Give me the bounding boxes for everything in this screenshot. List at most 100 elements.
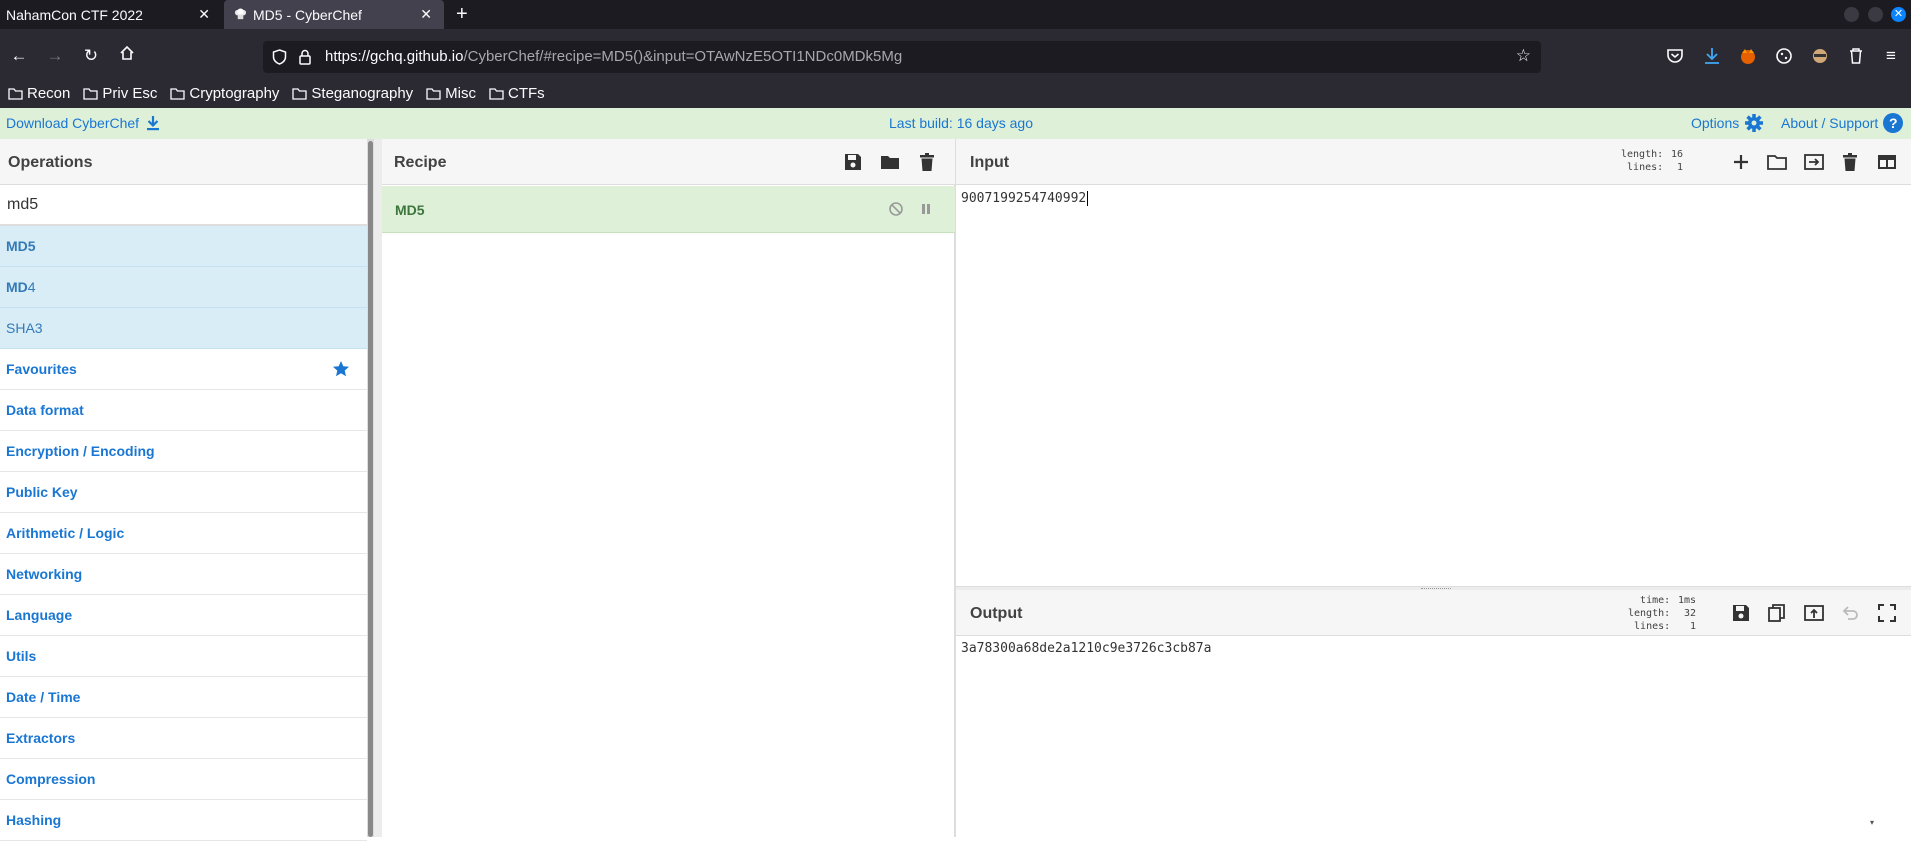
output-header: Output time: length: lines: 1ms 32 1 — [956, 590, 1911, 636]
operation-result[interactable]: MD4 — [0, 267, 367, 308]
lock-icon[interactable] — [298, 49, 312, 65]
add-tab-icon[interactable] — [1730, 151, 1752, 173]
tab-title: NahamCon CTF 2022 — [6, 6, 143, 23]
category-date-time[interactable]: Date / Time — [0, 677, 367, 718]
category-extractors[interactable]: Extractors — [0, 718, 367, 759]
download-label: Download CyberChef — [6, 115, 140, 131]
category-arithmetic-logic[interactable]: Arithmetic / Logic — [0, 513, 367, 554]
url-host: https://gchq.github.io — [325, 48, 464, 65]
bookmark-star-icon[interactable]: ☆ — [1516, 46, 1531, 66]
options-link[interactable]: Options — [1691, 113, 1764, 133]
about-support-link[interactable]: About / Support ? — [1781, 113, 1904, 133]
output-textarea[interactable]: 3a78300a68de2a1210c9e3726c3cb87a — [961, 641, 1211, 656]
clear-input-icon[interactable] — [1839, 151, 1861, 173]
address-bar[interactable]: https://gchq.github.io/CyberChef/#recipe… — [263, 41, 1541, 73]
bookmark-folder[interactable]: CTFs — [489, 85, 545, 102]
trash-icon[interactable] — [916, 151, 938, 173]
layout-icon[interactable] — [1876, 151, 1898, 173]
operation-rest-text: SHA3 — [6, 320, 43, 336]
bookmark-label: Recon — [27, 84, 71, 102]
maximize-output-icon[interactable] — [1876, 602, 1898, 624]
bookmark-folder[interactable]: Priv Esc — [83, 85, 157, 102]
trash-extension-icon[interactable] — [1845, 45, 1867, 67]
back-icon[interactable]: ← — [8, 45, 30, 67]
recipe-operation-name: MD5 — [395, 202, 425, 218]
operation-result[interactable]: SHA3 — [0, 308, 367, 349]
save-icon[interactable] — [842, 151, 864, 173]
pause-icon[interactable] — [918, 201, 934, 217]
folder-icon — [170, 87, 186, 100]
input-textarea[interactable]: 9007199254740992 — [961, 191, 1089, 206]
open-folder-icon[interactable] — [1803, 151, 1825, 173]
panel-resize-gutter[interactable] — [374, 139, 382, 837]
recipe-operation-md5[interactable]: MD5 — [382, 186, 955, 233]
download-icon[interactable] — [1701, 45, 1723, 67]
bookmark-label: Misc — [445, 84, 476, 102]
replace-input-icon[interactable] — [1803, 602, 1825, 624]
folder-open-icon[interactable] — [879, 151, 901, 173]
category-compression[interactable]: Compression — [0, 759, 367, 800]
category-public-key[interactable]: Public Key — [0, 472, 367, 513]
help-icon: ? — [1883, 113, 1904, 133]
shield-icon[interactable] — [272, 49, 287, 65]
bookmark-folder[interactable]: Recon — [8, 85, 70, 102]
maximize-icon[interactable] — [1868, 7, 1883, 22]
minimize-icon[interactable] — [1844, 7, 1859, 22]
bookmark-folder[interactable]: Misc — [426, 85, 476, 102]
category-favourites[interactable]: Favourites — [0, 349, 367, 390]
open-file-icon[interactable] — [1766, 151, 1788, 173]
disable-icon[interactable] — [888, 201, 904, 217]
operation-result[interactable]: MD5 — [0, 226, 367, 267]
folder-icon — [426, 87, 441, 100]
last-build-text[interactable]: Last build: 16 days ago — [889, 115, 1033, 131]
bookmark-folder[interactable]: Cryptography — [170, 85, 279, 102]
category-encryption-encoding[interactable]: Encryption / Encoding — [0, 431, 367, 472]
folder-icon — [8, 87, 23, 100]
menu-icon[interactable]: ≡ — [1880, 45, 1902, 67]
resize-corner-icon[interactable]: ▾ — [1870, 818, 1874, 827]
scrollbar-thumb[interactable] — [368, 141, 373, 837]
bookmark-folder[interactable]: Steganography — [292, 85, 413, 102]
category-networking[interactable]: Networking — [0, 554, 367, 595]
mask-extension-icon[interactable] — [1809, 45, 1831, 67]
output-title: Output — [970, 605, 1023, 622]
category-label: Favourites — [6, 361, 77, 377]
io-panel: Input length: lines: 16 1 90071992547409… — [956, 139, 1911, 837]
cyberchef-banner: Download CyberChef Last build: 16 days a… — [0, 108, 1911, 139]
bookmark-label: Steganography — [311, 84, 414, 102]
tab-close-icon[interactable]: ✕ — [420, 6, 432, 23]
chef-hat-icon — [234, 8, 247, 20]
download-icon — [147, 116, 160, 131]
copy-icon[interactable] — [1766, 602, 1788, 624]
forward-icon[interactable]: → — [44, 45, 66, 67]
category-data-format[interactable]: Data format — [0, 390, 367, 431]
undo-icon[interactable] — [1839, 602, 1861, 624]
pocket-icon[interactable] — [1664, 45, 1686, 67]
new-tab-icon[interactable]: + — [456, 3, 468, 26]
options-label: Options — [1691, 115, 1740, 131]
star-icon — [333, 361, 349, 377]
tab-nahamcon[interactable]: NahamCon CTF 2022 ✕ — [0, 0, 222, 29]
input-value: 9007199254740992 — [961, 191, 1087, 206]
tab-title: MD5 - CyberChef — [253, 6, 362, 23]
operations-search-input[interactable]: md5 — [0, 185, 367, 226]
cookie-icon[interactable] — [1773, 45, 1795, 67]
url-text[interactable]: https://gchq.github.io/CyberChef/#recipe… — [325, 48, 902, 65]
home-icon[interactable] — [116, 45, 138, 67]
recipe-header: Recipe — [382, 139, 955, 185]
category-utils[interactable]: Utils — [0, 636, 367, 677]
category-language[interactable]: Language — [0, 595, 367, 636]
bookmark-label: Priv Esc — [102, 84, 158, 102]
save-output-icon[interactable] — [1730, 602, 1752, 624]
output-stats-labels: time: length: lines: — [1628, 595, 1671, 632]
reload-icon[interactable]: ↻ — [80, 45, 102, 67]
download-cyberchef-link[interactable]: Download CyberChef — [6, 115, 160, 131]
tab-cyberchef[interactable]: MD5 - CyberChef ✕ — [224, 0, 444, 29]
extension-fox-icon[interactable] — [1737, 45, 1759, 67]
tab-close-icon[interactable]: ✕ — [198, 6, 210, 23]
about-label: About / Support — [1781, 115, 1879, 131]
operations-scrollbar[interactable] — [367, 139, 374, 837]
window-close-icon[interactable]: ✕ — [1891, 7, 1906, 22]
operations-panel: Operations md5 MD5 MD4 SHA3 Favourites D… — [0, 139, 367, 841]
category-hashing[interactable]: Hashing — [0, 800, 367, 841]
